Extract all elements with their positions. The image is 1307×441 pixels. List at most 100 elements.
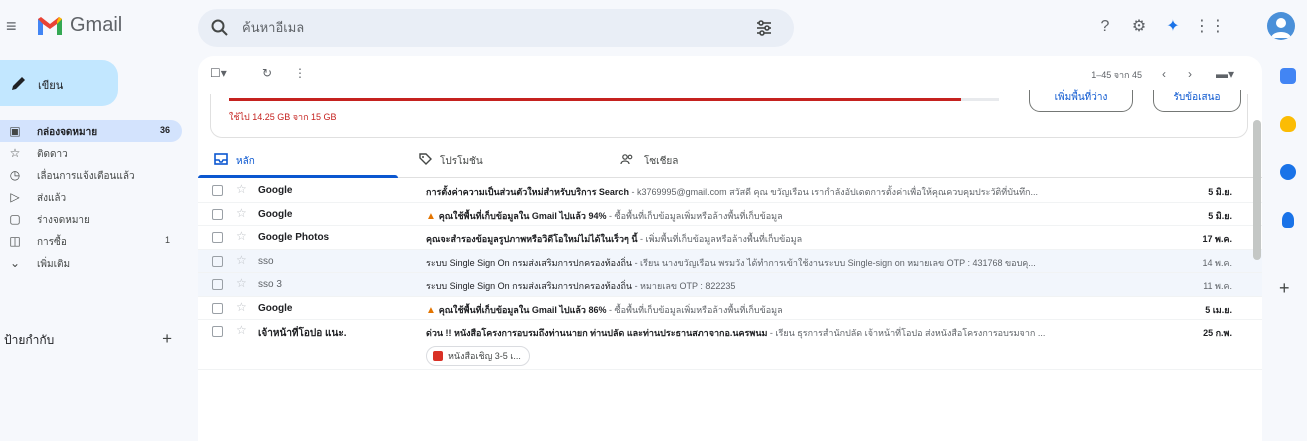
email-snippet: - เพิ่มพื้นที่เก็บข้อมูลหรือล้างพื้นที่เ…: [637, 234, 803, 244]
email-snippet: - ซื้อพื้นที่เก็บข้อมูลเพิ่มหรือล้างพื้น…: [606, 304, 783, 315]
star-icon[interactable]: ☆: [236, 323, 247, 337]
clock-icon: ◷: [9, 168, 21, 182]
sidebar-item-snoozed[interactable]: ◷ เลื่อนการแจ้งเตือนแล้ว: [0, 164, 182, 186]
email-date: 14 พ.ค.: [1202, 257, 1232, 268]
search-icon[interactable]: [210, 18, 230, 38]
tag-icon: [419, 153, 432, 165]
star-icon[interactable]: ☆: [236, 206, 247, 220]
chevron-down-icon: ⌄: [9, 256, 21, 270]
account-icon: [1271, 18, 1291, 38]
row-checkbox[interactable]: [212, 326, 223, 337]
star-icon[interactable]: ☆: [236, 253, 247, 267]
email-snippet: - เรียน ธุรการสำนักปลัด เจ้าหน้าที่โอปอ …: [767, 328, 1046, 338]
search-options-icon[interactable]: [754, 18, 774, 38]
sidebar-nav: ▣ กล่องจดหมาย 36 ☆ ติดดาว ◷ เลื่อนการแจ้…: [0, 120, 182, 274]
refresh-icon[interactable]: ↻: [262, 66, 272, 80]
email-snippet: - ซื้อพื้นที่เก็บข้อมูลเพิ่มหรือล้างพื้น…: [606, 210, 783, 221]
more-options-icon[interactable]: ⋮: [294, 66, 306, 80]
row-checkbox[interactable]: [212, 302, 223, 314]
tab-promotions[interactable]: โปรโมชัน: [402, 140, 602, 178]
email-subject: คุณใช้พื้นที่เก็บข้อมูลใน Gmail ไปแล้ว 8…: [438, 304, 607, 315]
inbox-icon: ▣: [9, 124, 21, 138]
email-row[interactable]: ☆ Google การตั้งค่าความเป็นส่วนตัวใหม่สำ…: [198, 179, 1262, 203]
add-label-button[interactable]: +: [162, 329, 172, 349]
email-row[interactable]: ☆ Google ▲ คุณใช้พื้นที่เก็บข้อมูลใน Gma…: [198, 202, 1262, 226]
sidebar-item-label: เลื่อนการแจ้งเตือนแล้ว: [37, 171, 135, 182]
email-sender: Google: [258, 302, 293, 314]
inbox-icon: [214, 153, 228, 165]
tab-primary[interactable]: หลัก: [198, 140, 398, 178]
star-icon[interactable]: ☆: [236, 229, 247, 243]
labels-section: ป้ายกำกับ +: [0, 329, 182, 349]
email-row[interactable]: ☆ Google Photos คุณจะสำรองข้อมูลรูปภาพหร…: [198, 226, 1262, 250]
get-addons-icon[interactable]: +: [1279, 278, 1290, 299]
attachment-chip[interactable]: หนังสือเชิญ 3-5 เ...: [426, 346, 530, 366]
apps-grid-icon[interactable]: ⋮⋮: [1194, 14, 1226, 40]
input-tools-icon[interactable]: ▬▾: [1216, 67, 1234, 81]
star-icon: ☆: [9, 146, 21, 160]
gmail-logo[interactable]: Gmail: [36, 14, 122, 37]
tasks-icon[interactable]: [1280, 164, 1296, 180]
sidebar-item-inbox[interactable]: ▣ กล่องจดหมาย 36: [0, 120, 182, 142]
mail-list-panel: ☐▾ ↻ ⋮ 1–45 จาก 45 ‹ › ▬▾ ใช้ไป 14.25 GB…: [198, 56, 1262, 441]
gemini-icon[interactable]: ✦: [1160, 14, 1186, 40]
draft-icon: ▢: [9, 212, 21, 226]
top-bar: ≡ Gmail ค้นหาอีเมล ? ⚙ ✦ ⋮⋮: [0, 0, 1307, 56]
contacts-icon[interactable]: [1282, 212, 1294, 228]
sidebar-item-sent[interactable]: ▷ ส่งแล้ว: [0, 186, 182, 208]
email-sender: Google: [258, 185, 293, 196]
sidebar-item-drafts[interactable]: ▢ ร่างจดหมาย: [0, 208, 182, 230]
email-subject: ระบบ Single Sign On กรมส่งเสริมการปกครอง…: [426, 281, 633, 291]
email-sender: Google: [258, 208, 293, 220]
storage-banner: ใช้ไป 14.25 GB จาก 15 GB เพิ่มพื้นที่ว่า…: [210, 90, 1248, 138]
calendar-icon[interactable]: [1280, 68, 1296, 84]
next-page-icon[interactable]: ›: [1188, 67, 1192, 81]
sidebar-item-label: เพิ่มเติม: [37, 259, 71, 270]
select-all-checkbox[interactable]: ☐▾: [210, 66, 227, 80]
compose-label: เขียน: [38, 80, 64, 92]
settings-icon[interactable]: ⚙: [1126, 14, 1152, 40]
email-row[interactable]: ☆ sso ระบบ Single Sign On กรมส่งเสริมการ…: [198, 249, 1262, 273]
star-icon[interactable]: ☆: [236, 182, 247, 196]
search-input[interactable]: ค้นหาอีเมล: [242, 9, 304, 47]
email-content: ▲ คุณใช้พื้นที่เก็บข้อมูลใน Gmail ไปแล้ว…: [426, 303, 1172, 317]
avatar[interactable]: [1267, 12, 1295, 40]
sidebar-item-purchases[interactable]: ◫ การซื้อ 1: [0, 230, 182, 252]
email-row[interactable]: ☆ sso 3 ระบบ Single Sign On กรมส่งเสริมก…: [198, 273, 1262, 297]
list-toolbar: ☐▾ ↻ ⋮ 1–45 จาก 45 ‹ › ▬▾: [198, 56, 1262, 92]
email-subject: ระบบ Single Sign On กรมส่งเสริมการปกครอง…: [426, 257, 633, 268]
email-date: 5 มิ.ย.: [1208, 210, 1232, 221]
row-checkbox[interactable]: [212, 255, 223, 267]
row-checkbox[interactable]: [212, 208, 223, 220]
get-more-storage-button[interactable]: เพิ่มพื้นที่ว่าง: [1029, 90, 1133, 112]
email-row[interactable]: ☆ Google ▲ คุณใช้พื้นที่เก็บข้อมูลใน Gma…: [198, 296, 1262, 320]
send-icon: ▷: [10, 190, 20, 204]
row-checkbox[interactable]: [212, 279, 223, 290]
warning-icon: ▲: [426, 210, 439, 222]
row-checkbox[interactable]: [212, 185, 223, 196]
search-bar[interactable]: ค้นหาอีเมล: [198, 9, 794, 47]
category-tabs: หลัก โปรโมชัน โซเชียล: [198, 140, 1262, 178]
sidebar-item-label: กล่องจดหมาย: [37, 127, 98, 138]
scrollbar[interactable]: [1253, 120, 1261, 260]
sidebar-item-more[interactable]: ⌄ เพิ่มเติม: [0, 252, 182, 274]
view-offer-button[interactable]: รับข้อเสนอ: [1153, 90, 1241, 112]
warning-icon: ▲: [426, 304, 439, 316]
email-list: ☆ Google การตั้งค่าความเป็นส่วนตัวใหม่สำ…: [198, 179, 1262, 370]
tab-social[interactable]: โซเชียล: [606, 140, 806, 178]
email-row[interactable]: ☆ เจ้าหน้าที่โอปอ แนะ. ด่วน !! หนังสือโค…: [198, 320, 1262, 370]
help-icon[interactable]: ?: [1092, 14, 1118, 40]
keep-icon[interactable]: [1280, 116, 1296, 132]
sidebar-item-starred[interactable]: ☆ ติดดาว: [0, 142, 182, 164]
storage-bar: [229, 98, 999, 101]
star-icon[interactable]: ☆: [236, 300, 247, 314]
email-date: 25 ก.พ.: [1203, 328, 1232, 338]
compose-button[interactable]: เขียน: [0, 60, 118, 106]
row-checkbox[interactable]: [212, 232, 223, 243]
main-menu-icon[interactable]: ≡: [6, 16, 26, 36]
prev-page-icon[interactable]: ‹: [1162, 67, 1166, 81]
email-date: 11 พ.ค.: [1203, 281, 1232, 291]
item-count: 1: [164, 235, 170, 245]
star-icon[interactable]: ☆: [236, 276, 247, 290]
email-content: ▲ คุณใช้พื้นที่เก็บข้อมูลใน Gmail ไปแล้ว…: [426, 209, 1172, 223]
